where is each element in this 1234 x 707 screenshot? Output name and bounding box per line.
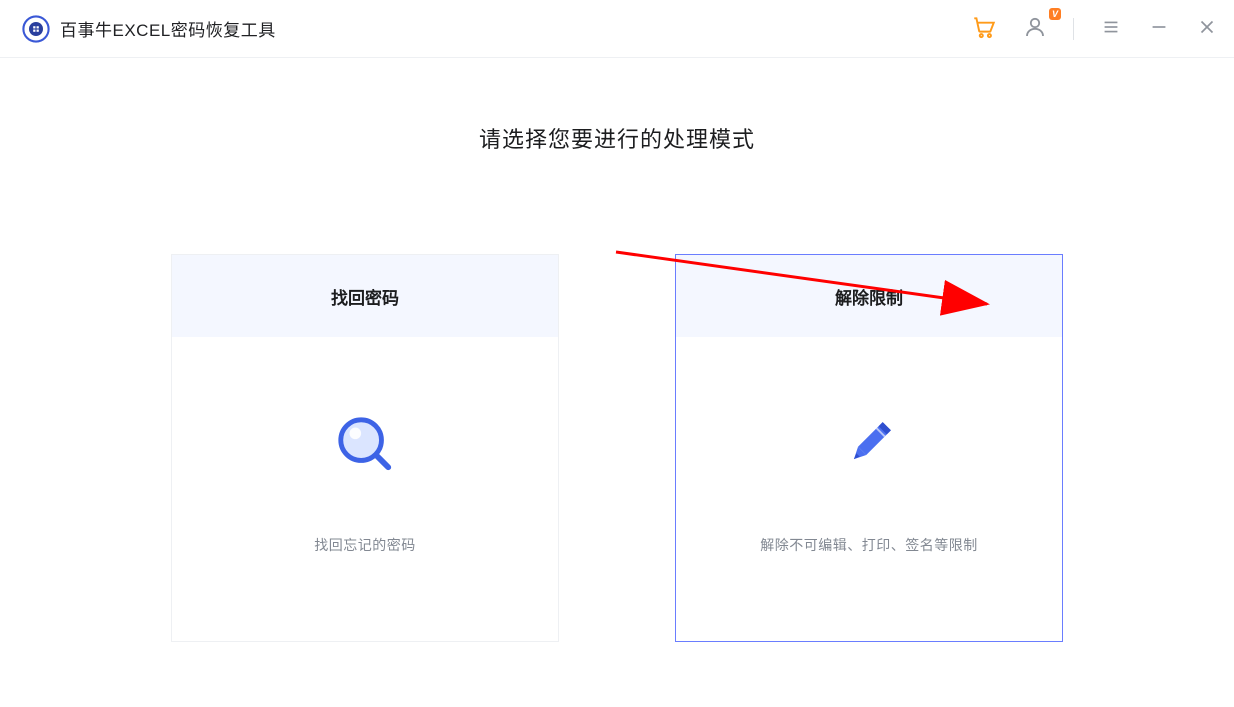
card-remove-restriction[interactable]: 解除限制 解除不可编辑、打印、签名等限制: [675, 254, 1063, 642]
user-icon: [1023, 15, 1047, 42]
page-heading: 请选择您要进行的处理模式: [479, 122, 755, 154]
card-recover-password[interactable]: 找回密码 找回忘记的密码: [171, 254, 559, 642]
card-desc: 解除不可编辑、打印、签名等限制: [760, 535, 978, 555]
minimize-button[interactable]: [1144, 12, 1174, 45]
pencil-icon: [838, 413, 900, 475]
close-icon: [1196, 16, 1218, 41]
cart-icon: [971, 14, 997, 43]
card-title: 找回密码: [172, 255, 558, 337]
card-title: 解除限制: [676, 255, 1062, 337]
logo-wrap: 百事牛EXCEL密码恢复工具: [22, 15, 276, 43]
app-logo-icon: [22, 15, 50, 43]
card-desc: 找回忘记的密码: [314, 535, 416, 555]
app-title: 百事牛EXCEL密码恢复工具: [60, 16, 276, 41]
magnifier-icon: [334, 413, 396, 475]
vip-badge: V: [1049, 8, 1061, 20]
menu-icon: [1100, 16, 1122, 41]
cart-button[interactable]: [967, 10, 1001, 47]
mode-cards: 找回密码 找回忘记的密码 解除限制: [171, 254, 1063, 642]
title-actions: V: [967, 10, 1222, 47]
divider: [1073, 18, 1074, 40]
minimize-icon: [1148, 16, 1170, 41]
titlebar: 百事牛EXCEL密码恢复工具 V: [0, 0, 1234, 58]
card-body: 解除不可编辑、打印、签名等限制: [676, 337, 1062, 641]
user-button[interactable]: V: [1019, 11, 1051, 46]
menu-button[interactable]: [1096, 12, 1126, 45]
close-button[interactable]: [1192, 12, 1222, 45]
card-body: 找回忘记的密码: [172, 337, 558, 641]
main-content: 请选择您要进行的处理模式 找回密码 找回忘记的密码 解除限制: [0, 58, 1234, 642]
